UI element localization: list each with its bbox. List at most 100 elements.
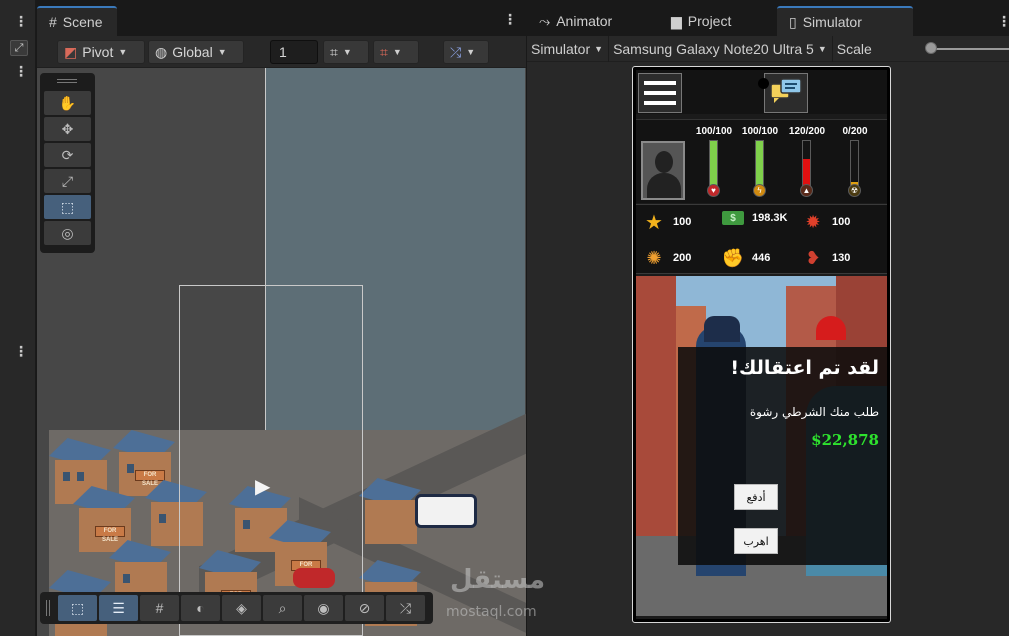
anger-meter: 120/200 ▲ [784,120,830,204]
shading-icon[interactable]: ◐ [181,595,220,621]
grid-icon: # [49,14,57,30]
scene-viewport[interactable]: FOR SALE FOR SALE FOR SALE FOR SALE ▶︎ ✋… [37,68,526,636]
cash-icon: $ [722,211,744,225]
camera-notch [758,78,769,89]
rect-tool-icon[interactable]: ⬚ [58,595,97,621]
watermark-url: mostaql.com [446,604,537,620]
scale-text: Scale [836,40,872,57]
gizmo-toggle-button[interactable]: ⤮ ▼ [443,40,489,64]
device-label: Samsung Galaxy Note20 Ultra 5 [613,40,814,57]
camera-gizmo-icon[interactable]: ▶︎ [255,474,270,499]
more-options-icon[interactable]: ⋮ [503,12,517,26]
more-options-icon[interactable]: ⋮ [997,14,1009,28]
resource-value: 198.3K [752,212,788,224]
lightning-icon: ϟ [753,184,766,197]
grid-visibility-icon[interactable]: # [140,595,179,621]
game-screen[interactable]: 100/100 ♥ 100/100 ϟ 120/200 ▲ 0/200 ☢ ★ … [636,70,887,619]
more-options-icon[interactable]: ⋮ [14,64,28,78]
tab-scene-label: Scene [62,14,103,30]
resource-strength: ✊ 446 [721,247,771,269]
scale-slider-thumb[interactable] [925,42,937,54]
move-tool-icon[interactable]: ✥ [44,117,91,141]
resource-stars: ★ 100 [643,211,691,234]
fire-icon: ▲ [800,184,813,197]
flee-button[interactable]: اهرب [734,528,778,554]
avatar[interactable] [641,141,685,200]
resource-cash: $ 198.3K [722,211,787,225]
scale-tool-icon[interactable]: ⤢ [44,169,91,193]
heart-hand-icon: ❥ [805,247,821,268]
tool-palette: ✋ ✥ ⟳ ⤢ ⬚ ◎ [40,73,95,253]
chevron-down-icon: ▼ [118,47,128,57]
hand-tool-icon[interactable]: ✋ [44,91,91,115]
scene-tabbar: # Scene ⋮ [37,0,526,36]
health-meter: 100/100 ♥ [691,120,737,204]
scale-label: Scale [833,36,877,62]
magnet-icon: ⌗ [380,43,388,60]
meter-label: 120/200 [788,126,826,137]
device-dropdown[interactable]: Samsung Galaxy Note20 Ultra 5 ▼ [609,35,833,62]
meter-label: 0/200 [842,126,868,137]
resource-value: 446 [752,252,771,264]
chat-button[interactable] [764,73,808,113]
watermark-logo: مستقل [450,565,546,595]
hazard-meter: 0/200 ☢ [832,120,878,204]
pivot-icon: ◩ [64,43,78,60]
chevron-down-icon: ▼ [392,47,402,57]
search-icon[interactable]: ⌕ [263,595,302,621]
shuffle-icon: ⤮ [450,43,462,60]
event-illustration: لقد تم اعتقالك! طلب منك الشرطي رشوة $22,… [636,276,887,616]
resources-panel: ★ 100 $ 198.3K ✹ 100 ✺ 200 ✊ 446 ❥ 130 [636,204,887,274]
meter-label: 100/100 [741,126,779,137]
heart-icon: ♥ [707,184,720,197]
increment-snap-button[interactable]: ⌗ ▼ [373,40,419,64]
layers-icon[interactable]: ◈ [222,595,261,621]
device-frame: 100/100 ♥ 100/100 ϟ 120/200 ▲ 0/200 ☢ ★ … [632,66,891,623]
chevron-down-icon: ▼ [817,43,827,54]
grid-size-field[interactable]: 1 [270,40,318,64]
scale-slider[interactable] [927,48,1009,50]
grid-snap-button[interactable]: ⌗ ▼ [323,40,369,64]
simulator-mode-label: Simulator [531,40,591,57]
chat-icon [770,78,802,103]
rotate-tool-icon[interactable]: ⟳ [44,143,91,167]
maximize-icon[interactable]: ⤢ [10,40,28,56]
global-label: Global [172,44,213,60]
drag-handle[interactable] [57,79,77,83]
rect-tool-icon[interactable]: ⬚ [44,195,91,219]
scene-panel: # Scene ⋮ ◩ Pivot ▼ ◍ Global ▼ 1 ⌗ ▼ ⌗ ▼… [37,0,526,636]
resource-value: 100 [832,216,851,228]
tab-scene[interactable]: # Scene [37,6,117,36]
simulator-panel: ⤳ Animator ▆ Project ▯ Simulator ⋮ Simul… [527,0,1009,636]
resource-flame: ✹ 100 [802,211,850,233]
resource-charisma: ❥ 130 [802,247,850,269]
tab-animator[interactable]: ⤳ Animator [527,6,626,36]
simulator-toolbar: Simulator ▼ Samsung Galaxy Note20 Ultra … [527,35,1009,62]
global-dropdown[interactable]: ◍ Global ▼ [148,40,244,64]
star-icon: ★ [645,211,663,234]
tab-project[interactable]: ▆ Project [659,6,745,36]
visibility-icon[interactable]: ◉ [304,595,343,621]
tab-simulator[interactable]: ▯ Simulator [777,6,913,36]
energy-meter: 100/100 ϟ [737,120,783,204]
muscle-icon: ✊ [721,247,745,268]
player-stats: 100/100 ♥ 100/100 ϟ 120/200 ▲ 0/200 ☢ [636,119,887,203]
scene-overlay-bar: ⬚ ☰ # ◐ ◈ ⌕ ◉ ⊘ ⤮ [40,592,433,624]
more-options-icon[interactable]: ⋮ [14,14,28,28]
drag-handle[interactable] [46,600,50,616]
folder-icon: ▆ [671,12,682,29]
simulator-mode-dropdown[interactable]: Simulator ▼ [527,35,610,62]
chevron-down-icon: ▼ [217,47,227,57]
compass-icon[interactable]: ⊘ [345,595,384,621]
pivot-dropdown[interactable]: ◩ Pivot ▼ [57,40,145,64]
grid-snap-icon: ⌗ [330,43,338,60]
sliders-icon[interactable]: ☰ [99,595,138,621]
tab-simulator-label: Simulator [802,14,862,30]
transform-tool-icon[interactable]: ◎ [44,221,91,245]
hamburger-menu-icon[interactable] [638,73,682,113]
shuffle-icon[interactable]: ⤮ [386,595,425,621]
pay-button[interactable]: أدفع [734,484,778,510]
more-options-icon[interactable]: ⋮ [14,344,28,358]
resource-value: 200 [673,252,692,264]
canvas-bounds [179,285,363,636]
